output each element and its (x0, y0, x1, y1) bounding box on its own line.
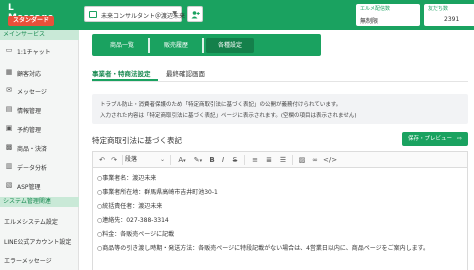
save-preview-label: 保存・プレビュー (408, 136, 453, 142)
align-left-icon[interactable]: ≡ (250, 155, 260, 165)
editor-toolbar: ↶ ↷ 段落 ⌄ A▾ ✎▾ B I S ≡ ≣ ☰ ▨ ∞ </> (93, 152, 467, 168)
sidebar-section-system: システム管理関連 (0, 197, 79, 207)
subtab-final-confirmation[interactable]: 最終確認画面 (166, 68, 205, 78)
customer-icon: ▦ (5, 68, 13, 76)
sidebar-item-label: ASP管理 (17, 184, 41, 191)
link-icon[interactable]: ∞ (310, 155, 320, 165)
sidebar-item-reservation[interactable]: ▣ 予約管理 (0, 120, 79, 137)
chat-icon: ▭ (5, 46, 13, 54)
sidebar-item-label: 商品・決済 (17, 146, 48, 153)
chevron-down-icon: ⌄ (159, 156, 165, 163)
redo-icon[interactable]: ↷ (109, 155, 119, 165)
calendar-icon: ▣ (5, 124, 13, 132)
section-title: 特定商取引法に基づく表記 (92, 136, 182, 145)
toolbar-divider (292, 155, 293, 165)
brand-logo[interactable]: L Message スタンダード (0, 0, 62, 30)
main-content: 商品一覧 販売履歴 各種設定 事業者・特商法設定 最終確認画面 トラブル防止・消… (80, 30, 474, 270)
content-line: ○商品等の引き渡し時期・発送方法：各販売ページに特段記載がない場合は、4営業日以… (97, 245, 430, 252)
sidebar-item-analytics[interactable]: ▥ データ分析 (0, 158, 79, 175)
chevron-down-icon: ▼ (172, 10, 177, 17)
account-icon (89, 11, 97, 18)
toolbar-divider (122, 155, 123, 165)
sidebar-item-chat[interactable]: ▭ 1:1チャット (0, 42, 79, 59)
subtab-divider (92, 81, 468, 82)
text-color-icon[interactable]: A▾ (175, 155, 189, 165)
friends-count-panel: 友だち数 2391 (424, 4, 474, 26)
chart-icon: ▥ (5, 162, 13, 170)
sidebar-item-line-settings[interactable]: LINE公式アカウント設定 (0, 232, 79, 249)
notice-line: トラブル防止・消費者保護のため「特定商取引法に基づく表記」の公開が義務付けられて… (100, 102, 342, 108)
friends-count-label: 友だち数 (428, 6, 449, 12)
sidebar-item-info[interactable]: ▤ 情報管理 (0, 101, 79, 118)
content-line: ○事業者名：渡辺未来 (97, 175, 157, 182)
delivery-count-label: エルメ配信数 (360, 6, 391, 12)
italic-icon[interactable]: I (219, 155, 227, 165)
tab-divider (202, 38, 204, 53)
friends-count-value: 2391 (444, 16, 460, 23)
toolbar-divider (244, 155, 245, 165)
tab-settings[interactable]: 各種設定 (206, 38, 254, 53)
tab-divider (148, 38, 150, 53)
sidebar-section-main: メインサービス (0, 30, 79, 40)
asp-icon: ▧ (5, 181, 13, 189)
sidebar: メインサービス ▭ 1:1チャット ▦ 顧客対応 ✉ メッセージ ▤ 情報管理 … (0, 30, 79, 270)
content-line: ○事業者所在地：群馬県高崎市吉井町池30-1 (97, 189, 218, 196)
content-line: ○連絡先：027-388-3314 (97, 217, 169, 224)
rich-text-editor[interactable]: ↶ ↷ 段落 ⌄ A▾ ✎▾ B I S ≡ ≣ ☰ ▨ ∞ </> ○事業者名… (92, 151, 468, 270)
content-line: ○統括責任者：渡辺未来 (97, 203, 163, 210)
arrow-right-icon: ⇨ (456, 135, 462, 142)
info-icon: ▤ (5, 105, 13, 113)
align-right-icon[interactable]: ☰ (278, 155, 288, 165)
sidebar-item-message[interactable]: ✉ メッセージ (0, 82, 79, 99)
tab-product-list[interactable]: 商品一覧 (98, 38, 146, 53)
image-icon[interactable]: ▨ (297, 155, 307, 165)
message-icon: ✉ (6, 86, 12, 94)
sidebar-item-label: エラーメッセージ (4, 258, 52, 265)
add-user-button[interactable] (187, 6, 203, 22)
delivery-count-panel: エルメ配信数 無制限 (356, 4, 420, 26)
sidebar-item-label: 予約管理 (17, 127, 42, 134)
tab-sales-history[interactable]: 販売履歴 (152, 38, 200, 53)
sidebar-item-customer[interactable]: ▦ 顧客対応 (0, 64, 79, 81)
tab-bar: 商品一覧 販売履歴 各種設定 (92, 34, 321, 56)
undo-icon[interactable]: ↶ (97, 155, 107, 165)
sidebar-item-label: 情報管理 (17, 108, 42, 115)
sidebar-item-product[interactable]: ▩ 商品・決済 (0, 139, 79, 156)
sidebar-item-asp[interactable]: ▧ ASP管理 (0, 177, 79, 194)
sidebar-item-label: エルメシステム設定 (4, 219, 58, 226)
toolbar-divider (170, 155, 171, 165)
add-user-icon (191, 11, 200, 19)
delivery-count-value: 無制限 (360, 18, 379, 25)
sidebar-item-label: LINE公式アカウント設定 (4, 239, 72, 246)
sidebar-item-error-message[interactable]: エラーメッセージ (0, 251, 79, 268)
sidebar-item-label: データ分析 (17, 165, 48, 172)
content-line: ○料金：各販売ページに記載 (97, 231, 175, 238)
sidebar-item-label: メッセージ (17, 89, 47, 96)
paragraph-style-value: 段落 (125, 156, 138, 163)
save-preview-button[interactable]: 保存・プレビュー ⇨ (402, 132, 468, 146)
subtab-business-settings[interactable]: 事業者・特商法設定 (92, 68, 151, 78)
notice-line: 入力された内容は「特定商取引法に基づく表記」ページに表示されます。(空欄の項目は… (100, 113, 357, 119)
top-bar: L Message スタンダード 未来コンサルタント＠渡辺未来 ▼ エルメ配信数… (0, 0, 474, 30)
notice-box: トラブル防止・消費者保護のため「特定商取引法に基づく表記」の公開が義務付けられて… (92, 94, 468, 124)
account-selector[interactable]: 未来コンサルタント＠渡辺未来 ▼ (84, 6, 185, 22)
bold-icon[interactable]: B (208, 155, 216, 165)
align-center-icon[interactable]: ≣ (264, 155, 274, 165)
highlight-icon[interactable]: ✎▾ (192, 155, 204, 165)
sidebar-item-label: 顧客対応 (17, 71, 42, 78)
cart-icon: ▩ (5, 143, 13, 151)
paragraph-style-select[interactable]: 段落 ⌄ (125, 155, 167, 165)
sidebar-item-system-settings[interactable]: エルメシステム設定 (0, 212, 79, 229)
code-icon[interactable]: </> (323, 155, 337, 165)
sidebar-item-label: 1:1チャット (17, 49, 51, 56)
strikethrough-icon[interactable]: S (231, 155, 239, 165)
plan-badge: スタンダード (8, 16, 55, 26)
